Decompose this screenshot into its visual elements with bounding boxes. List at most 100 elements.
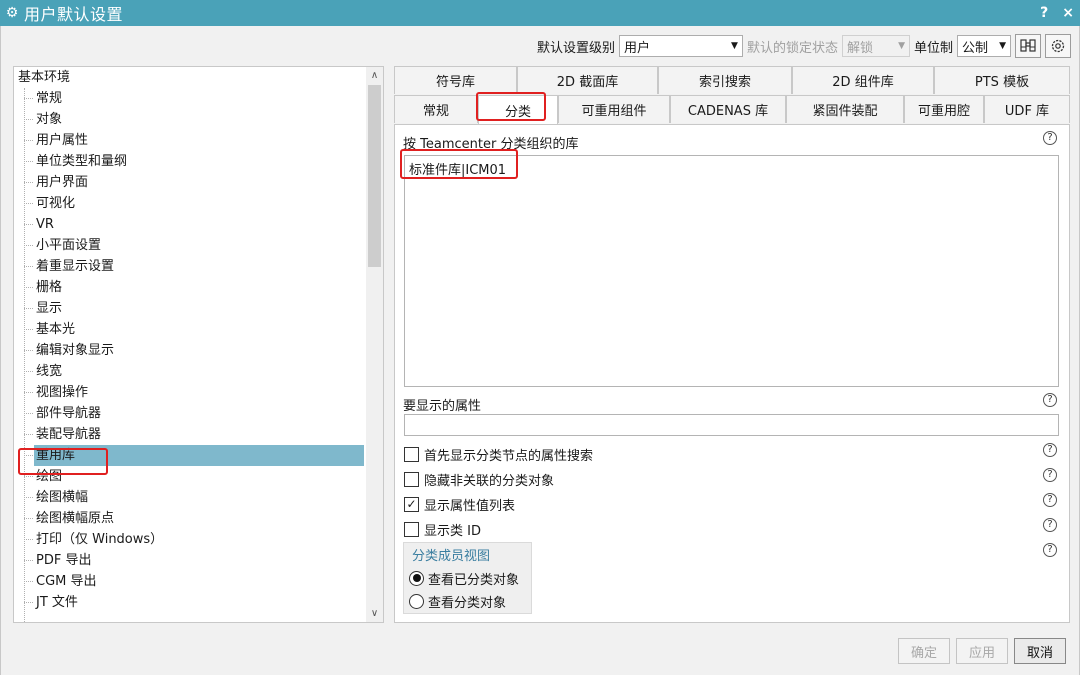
checkbox[interactable] (404, 471, 419, 487)
tree-connector (24, 203, 33, 204)
tab-index-search[interactable]: 索引搜索 (658, 66, 792, 94)
annotation-box-library (400, 149, 518, 179)
tree-item[interactable]: 常规 (34, 88, 364, 109)
help-button[interactable]: ? (1040, 5, 1048, 21)
tree-connector (24, 497, 33, 498)
radio-view-classified[interactable]: 查看已分类对象 (409, 569, 519, 588)
tree-item[interactable]: 绘图横幅原点 (34, 508, 364, 529)
tree-connector (24, 245, 33, 246)
tree-connector (24, 350, 33, 351)
help-icon[interactable]: ? (1043, 493, 1057, 507)
tree-item[interactable]: 小平面设置 (34, 235, 364, 256)
libraries-textarea[interactable]: 标准件库|ICM01 (404, 155, 1059, 387)
scroll-up-icon[interactable]: ∧ (366, 67, 383, 84)
tree-connector (24, 476, 33, 477)
tree-item[interactable]: 着重显示设置 (34, 256, 364, 277)
lock-label: 默认的锁定状态 (746, 40, 838, 56)
tree-connector (24, 98, 33, 99)
tab-fastener-assembly[interactable]: 紧固件装配 (786, 95, 904, 123)
tab-general[interactable]: 常规 (394, 95, 478, 123)
tree-connector (24, 413, 33, 414)
apply-button[interactable]: 应用 (956, 638, 1008, 664)
settings-button[interactable] (1045, 34, 1071, 58)
tree-item[interactable]: 可视化 (34, 193, 364, 214)
tab-symbol-library[interactable]: 符号库 (394, 66, 517, 94)
tree-item[interactable]: 线宽 (34, 361, 364, 382)
tree-connector (24, 224, 33, 225)
tree-connector (24, 88, 25, 622)
tab-2d-section-library[interactable]: 2D 截面库 (517, 66, 658, 94)
cancel-button[interactable]: 取消 (1014, 638, 1066, 664)
tree-connector (24, 329, 33, 330)
tree-root[interactable]: 基本环境 (18, 67, 70, 88)
annotation-box-tab (476, 92, 546, 121)
tree-item[interactable]: 部件导航器 (34, 403, 364, 424)
tree-item[interactable]: 打印（仅 Windows） (34, 529, 364, 550)
help-icon[interactable]: ? (1043, 443, 1057, 457)
gear-icon: ⚙ (5, 5, 19, 21)
tree-scrollbar[interactable]: ∧ ∨ (366, 67, 383, 622)
tree-item[interactable]: 视图操作 (34, 382, 364, 403)
radio-button[interactable] (409, 570, 424, 586)
tree-connector (24, 434, 33, 435)
scroll-thumb[interactable] (368, 85, 381, 267)
tree-connector (24, 602, 33, 603)
tree-item[interactable]: JT 文件 (34, 592, 364, 613)
tree-item[interactable]: 编辑对象显示 (34, 340, 364, 361)
tree-item[interactable]: 装配导航器 (34, 424, 364, 445)
title-bar: ⚙ 用户默认设置 ? × (0, 0, 1080, 26)
tab-udf-library[interactable]: UDF 库 (984, 95, 1070, 123)
tab-cadenas-library[interactable]: CADENAS 库 (670, 95, 786, 123)
tree-item[interactable]: PDF 导出 (34, 550, 364, 571)
units-label: 单位制 (913, 40, 953, 56)
member-view-title: 分类成员视图 (412, 549, 491, 564)
level-label: 默认设置级别 (536, 40, 615, 56)
level-select[interactable]: 用户 ▼ (618, 35, 743, 57)
tree-connector (24, 371, 33, 372)
attributes-input[interactable] (404, 414, 1059, 436)
member-view-group: 分类成员视图 查看已分类对象 查看分类对象 (403, 542, 532, 614)
tree-connector (24, 287, 33, 288)
find-button[interactable] (1015, 34, 1041, 58)
gear-icon (1051, 39, 1065, 53)
help-icon[interactable]: ? (1043, 468, 1057, 482)
checkbox-show-class-id[interactable]: 显示类 ID (404, 520, 481, 539)
help-icon[interactable]: ? (1043, 393, 1057, 407)
checkbox[interactable] (404, 446, 419, 462)
tree-connector (24, 182, 33, 183)
tree-connector (24, 518, 33, 519)
tree-item[interactable]: 绘图横幅 (34, 487, 364, 508)
tab-2d-component-library[interactable]: 2D 组件库 (792, 66, 934, 94)
units-select[interactable]: 公制 ▼ (957, 35, 1011, 57)
checkbox-show-value-list[interactable]: ✓ 显示属性值列表 (404, 495, 515, 514)
tree-item[interactable]: CGM 导出 (34, 571, 364, 592)
tree-item[interactable]: 用户界面 (34, 172, 364, 193)
attributes-label: 要显示的属性 (403, 399, 482, 414)
tab-pts-template[interactable]: PTS 模板 (934, 66, 1070, 94)
radio-button[interactable] (409, 593, 424, 609)
checkbox-attr-search-first[interactable]: 首先显示分类节点的属性搜索 (404, 445, 593, 464)
tree-connector (24, 119, 33, 120)
tab-reusable-component[interactable]: 可重用组件 (558, 95, 670, 123)
tab-reusable-pocket[interactable]: 可重用腔 (904, 95, 984, 123)
window-controls: ? × (1040, 0, 1074, 26)
radio-view-classification[interactable]: 查看分类对象 (409, 592, 506, 611)
tree-item[interactable]: VR (34, 214, 364, 235)
help-icon[interactable]: ? (1043, 518, 1057, 532)
tree-item[interactable]: 显示 (34, 298, 364, 319)
ok-button[interactable]: 确定 (898, 638, 950, 664)
tree-item[interactable]: 单位类型和量纲 (34, 151, 364, 172)
tree-item[interactable]: 用户属性 (34, 130, 364, 151)
tree-connector (24, 560, 33, 561)
scroll-down-icon[interactable]: ∨ (366, 605, 383, 622)
checkbox-checked[interactable]: ✓ (404, 496, 419, 512)
tree-item[interactable]: 对象 (34, 109, 364, 130)
help-icon[interactable]: ? (1043, 543, 1057, 557)
tree-connector (24, 161, 33, 162)
checkbox-hide-unassociated[interactable]: 隐藏非关联的分类对象 (404, 470, 554, 489)
tree-item[interactable]: 基本光 (34, 319, 364, 340)
close-button[interactable]: × (1062, 5, 1074, 21)
checkbox[interactable] (404, 521, 419, 537)
tree-item[interactable]: 栅格 (34, 277, 364, 298)
help-icon[interactable]: ? (1043, 131, 1057, 145)
